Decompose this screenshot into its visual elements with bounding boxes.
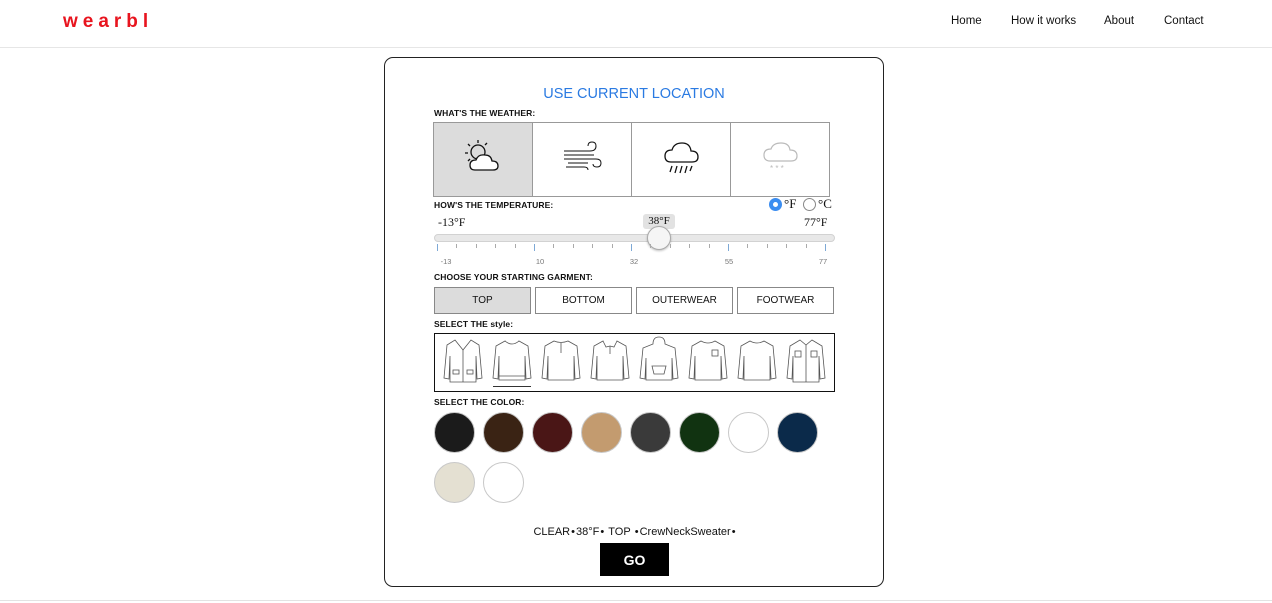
style-option-cardigan[interactable] [442, 338, 484, 388]
go-button[interactable]: GO [600, 543, 669, 576]
nav-how-it-works-link[interactable]: How it works [1011, 15, 1076, 27]
garment-footwear-button[interactable]: FOOTWEAR [737, 287, 834, 314]
temperature-slider-ticks [437, 244, 831, 254]
slider-tick [708, 244, 710, 248]
footer-divider [0, 600, 1272, 601]
tick-label: -13 [440, 257, 452, 266]
style-options [434, 333, 835, 392]
fahrenheit-radio[interactable] [769, 197, 782, 211]
slider-tick [592, 244, 594, 248]
garment-options: TOP BOTTOM OUTERWEAR FOOTWEAR [434, 287, 834, 314]
color-swatch[interactable] [581, 412, 622, 453]
slider-tick [728, 244, 729, 251]
long-sleeve-tee-icon [737, 336, 777, 389]
slider-tick [437, 244, 438, 251]
slider-tick [631, 244, 632, 251]
pocket-tee-icon [688, 336, 728, 389]
style-option-long-sleeve-tee[interactable] [736, 338, 778, 388]
slider-tick [669, 244, 671, 248]
unit-fahrenheit-option[interactable]: °F [769, 196, 796, 212]
temperature-slider-track[interactable] [434, 234, 835, 242]
slider-tick [786, 244, 788, 248]
fahrenheit-label: °F [784, 196, 797, 211]
weather-options: * * * [433, 122, 830, 197]
tick-label: 77 [818, 257, 828, 266]
wind-icon [560, 137, 604, 182]
use-current-location-link[interactable]: USE CURRENT LOCATION [385, 86, 883, 102]
color-swatch[interactable] [434, 462, 475, 503]
celsius-label: °C [818, 196, 832, 211]
color-swatch[interactable] [777, 412, 818, 453]
svg-text:* * *: * * * [770, 164, 784, 173]
temperature-section-label: HOW'S THE TEMPERATURE: [434, 200, 554, 210]
color-swatch[interactable] [728, 412, 769, 453]
color-swatch[interactable] [483, 462, 524, 503]
polo-sweater-icon [590, 336, 630, 389]
summary-temperature: 38°F [575, 526, 600, 538]
temperature-max-label: 77°F [804, 215, 828, 229]
slider-tick [456, 244, 458, 248]
slider-tick [534, 244, 535, 251]
color-swatch[interactable] [483, 412, 524, 453]
slider-tick [805, 244, 807, 248]
weather-section-label: WHAT'S THE WEATHER: [434, 108, 536, 118]
garment-outerwear-button[interactable]: OUTERWEAR [636, 287, 733, 314]
slider-tick [689, 244, 691, 248]
summary-style: CrewNeckSweater [639, 526, 731, 538]
nav-about-link[interactable]: About [1104, 15, 1134, 27]
weather-option-windy[interactable] [533, 123, 632, 196]
summary-weather: CLEAR [533, 526, 571, 538]
color-swatch[interactable] [679, 412, 720, 453]
outfit-selector-card: USE CURRENT LOCATION WHAT'S THE WEATHER: [384, 57, 884, 587]
weather-option-snowy[interactable]: * * * [731, 123, 829, 196]
slider-tick [747, 244, 749, 248]
color-swatch[interactable] [532, 412, 573, 453]
color-swatch[interactable] [630, 412, 671, 453]
selection-summary: CLEAR•38°F• TOP •CrewNeckSweater• [533, 526, 736, 538]
garment-bottom-button[interactable]: BOTTOM [535, 287, 632, 314]
crew-neck-sweater-icon [492, 336, 532, 389]
slider-tick [553, 244, 555, 248]
style-option-polo-sweater[interactable] [589, 338, 631, 388]
slider-tick [611, 244, 613, 248]
style-option-hoodie[interactable] [638, 336, 680, 389]
wearbl-logo[interactable]: wearbl [63, 11, 153, 33]
slider-tick [475, 244, 477, 248]
tick-label: 55 [724, 257, 734, 266]
tick-label: 10 [535, 257, 545, 266]
unit-celsius-option[interactable]: °C [803, 196, 832, 212]
weather-option-partly-cloudy[interactable] [434, 123, 533, 196]
henley-icon [541, 336, 581, 389]
color-swatch[interactable] [434, 412, 475, 453]
tick-label: 32 [629, 257, 639, 266]
nav-contact-link[interactable]: Contact [1164, 15, 1204, 27]
style-option-henley[interactable] [540, 338, 582, 388]
style-section-label: SELECT THE style: [434, 319, 514, 329]
style-option-pocket-tee[interactable] [687, 338, 729, 388]
cardigan-icon [443, 336, 483, 389]
style-option-button-shirt[interactable] [785, 338, 827, 388]
garment-top-button[interactable]: TOP [434, 287, 531, 314]
slider-tick [514, 244, 516, 248]
slider-tick [825, 244, 826, 251]
weather-option-rainy[interactable] [632, 123, 731, 196]
slider-tick [766, 244, 768, 248]
temperature-min-label: -13°F [438, 215, 466, 229]
celsius-radio[interactable] [803, 197, 816, 211]
summary-garment: TOP [608, 526, 631, 538]
garment-section-label: CHOOSE YOUR STARTING GARMENT: [434, 272, 593, 282]
snow-icon: * * * [758, 137, 802, 182]
nav-home-link[interactable]: Home [951, 15, 982, 27]
color-section-label: SELECT THE COLOR: [434, 397, 525, 407]
top-navigation-bar: wearbl Home How it works About Contact [0, 0, 1272, 48]
slider-tick [495, 244, 497, 248]
button-shirt-icon [786, 336, 826, 389]
rain-icon [659, 137, 703, 182]
hoodie-icon [639, 336, 679, 389]
slider-tick [650, 244, 652, 248]
slider-tick [572, 244, 574, 248]
style-option-crew-neck-sweater[interactable] [491, 338, 533, 388]
partly-cloudy-icon [461, 137, 505, 182]
